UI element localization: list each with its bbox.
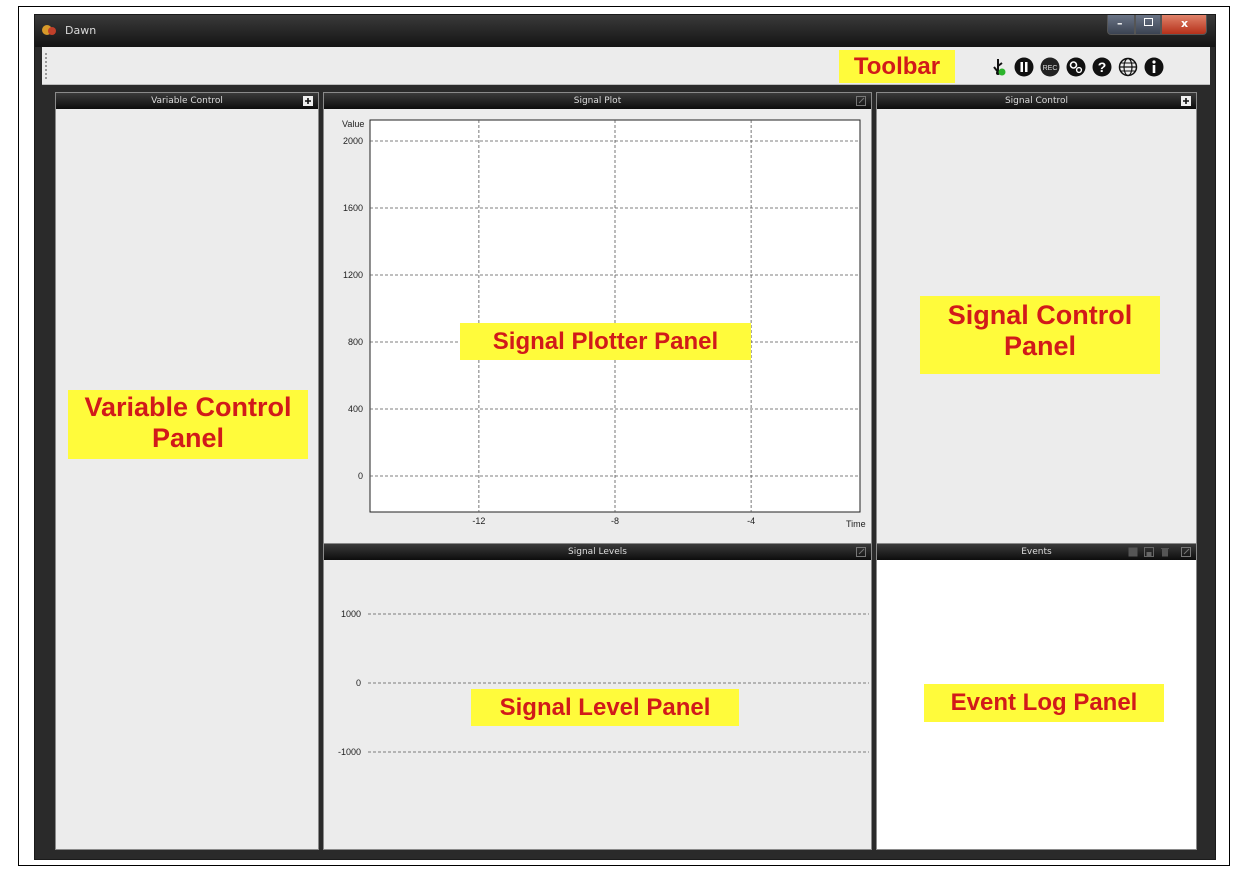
delete-icon[interactable] [1160, 547, 1170, 557]
help-icon[interactable]: ? [1092, 57, 1112, 77]
y-axis-label: Value [342, 119, 364, 129]
level-tick-label: 1000 [341, 609, 361, 619]
copy-icon[interactable] [1128, 547, 1138, 557]
close-button[interactable]: x [1161, 15, 1207, 35]
minimize-icon: – [1117, 17, 1123, 30]
detach-icon[interactable] [856, 547, 866, 557]
toolbar-annotation: Toolbar [839, 50, 955, 83]
y-tick-label: 800 [348, 337, 363, 347]
signal-control-header: Signal Control [877, 93, 1196, 109]
signal-plot-panel: Signal Plot 0 400 800 1200 1600 2000 -12 -8 -4 Va… [323, 92, 872, 546]
y-tick-label: 400 [348, 404, 363, 414]
pause-icon[interactable] [1014, 57, 1034, 77]
record-icon[interactable]: REC [1040, 57, 1060, 77]
signal-control-title: Signal Control [1004, 96, 1069, 106]
signal-levels-title: Signal Levels [568, 547, 627, 557]
signal-levels-header: Signal Levels [324, 544, 871, 560]
close-icon: x [1181, 17, 1189, 30]
x-tick-label: -12 [472, 516, 485, 526]
save-icon[interactable] [1144, 547, 1154, 557]
events-title: Events [1021, 547, 1052, 557]
variable-control-annotation: Variable Control Panel [68, 390, 308, 459]
variable-control-title: Variable Control [151, 96, 223, 106]
variable-control-header: Variable Control [56, 93, 318, 109]
signal-plotter-annotation: Signal Plotter Panel [460, 323, 751, 360]
variable-control-panel: Variable Control Variable Control Panel [55, 92, 319, 850]
x-tick-label: -8 [611, 516, 619, 526]
app-window: Dawn – x Toolbar REC ? Variable Control … [34, 14, 1216, 860]
y-tick-label: 1200 [343, 270, 363, 280]
maximize-icon [1144, 18, 1153, 26]
signal-plot-header: Signal Plot [324, 93, 871, 109]
info-icon[interactable] [1144, 57, 1164, 77]
minimize-button[interactable]: – [1107, 15, 1135, 35]
usb-connect-icon[interactable] [988, 57, 1008, 77]
add-signal-icon[interactable] [1181, 96, 1191, 106]
maximize-button[interactable] [1135, 15, 1161, 35]
event-log-annotation: Event Log Panel [924, 684, 1164, 722]
signal-levels-panel: Signal Levels 1000 0 -1000 Signal Level Pa… [323, 543, 872, 850]
y-tick-label: 1600 [343, 203, 363, 213]
toolbar-grip[interactable] [45, 53, 47, 79]
record-label: REC [1043, 65, 1058, 72]
web-icon[interactable] [1118, 57, 1138, 77]
x-axis-label: Time [846, 519, 866, 529]
title-bar[interactable]: Dawn – x [35, 15, 1215, 47]
toolbar: Toolbar REC ? [42, 47, 1210, 85]
signal-control-annotation: Signal Control Panel [920, 296, 1160, 374]
svg-text:?: ? [1098, 59, 1107, 75]
signal-level-annotation: Signal Level Panel [471, 689, 739, 726]
events-panel: Events Event Log Panel [876, 543, 1197, 850]
events-header: Events [877, 544, 1196, 560]
signal-control-panel: Signal Control Signal Control Panel [876, 92, 1197, 546]
app-logo-icon [42, 25, 56, 35]
window-title: Dawn [65, 24, 97, 37]
detach-icon[interactable] [1181, 547, 1191, 557]
y-tick-label: 2000 [343, 136, 363, 146]
detach-icon[interactable] [856, 96, 866, 106]
level-tick-label: -1000 [338, 747, 361, 757]
x-tick-label: -4 [747, 516, 755, 526]
add-variable-icon[interactable] [303, 96, 313, 106]
settings-icon[interactable] [1066, 57, 1086, 77]
signal-plot-title: Signal Plot [573, 96, 622, 106]
level-tick-label: 0 [356, 678, 361, 688]
y-tick-label: 0 [358, 471, 363, 481]
